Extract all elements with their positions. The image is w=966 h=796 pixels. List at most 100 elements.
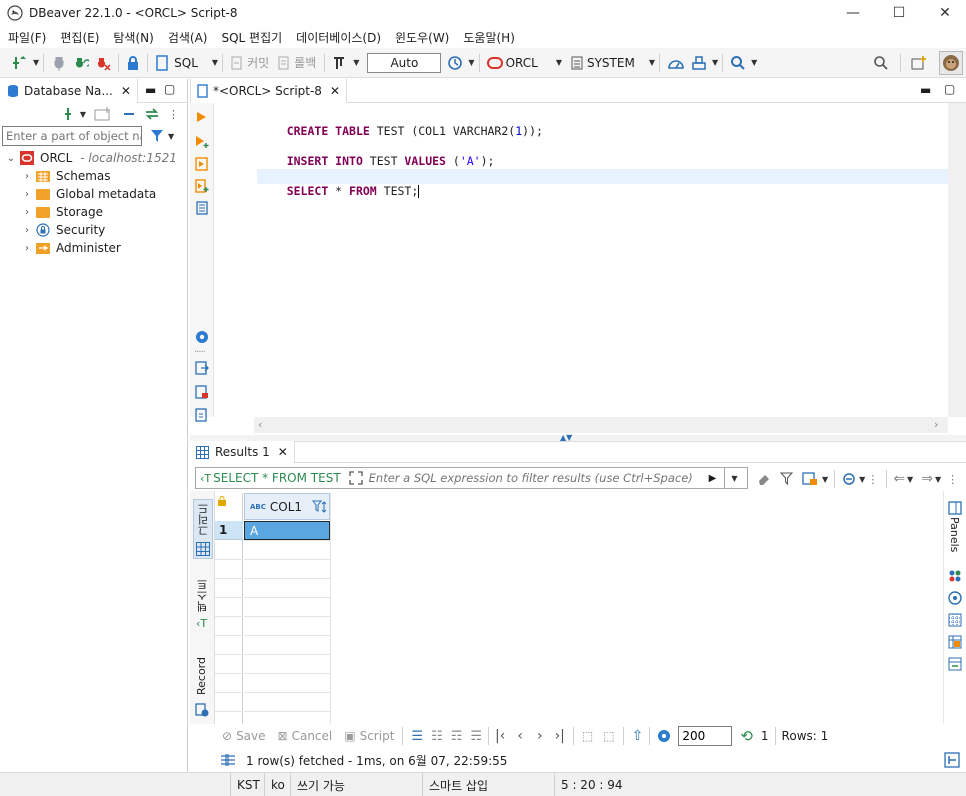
cancel-icon[interactable]: ⊠ [278, 729, 288, 743]
reconnect-icon[interactable] [73, 55, 90, 71]
column-header-col1[interactable]: ABC COL1 [244, 493, 330, 520]
execute-script-icon[interactable] [195, 157, 209, 171]
filter-history-dropdown-icon[interactable]: ▼ [731, 474, 737, 483]
execute-script-new-tab-icon[interactable] [195, 179, 209, 193]
chevron-down-icon[interactable]: ⌄ [6, 153, 16, 164]
menu-window[interactable]: 윈도우(W) [395, 29, 449, 46]
session-manager-icon[interactable] [691, 55, 707, 71]
new-connection-icon[interactable] [62, 107, 78, 121]
previous-page-icon[interactable]: ‹ [517, 728, 523, 744]
commit-button[interactable]: 커밋 [247, 54, 269, 71]
delete-row-icon[interactable]: ☴ [470, 729, 482, 744]
view-menu-icon[interactable]: ⋮ [168, 108, 179, 121]
active-datasource-selector[interactable]: ORCL [506, 56, 538, 70]
refresh-icon[interactable]: ⟲ [740, 727, 753, 745]
dashboard-icon[interactable] [667, 55, 685, 71]
transaction-dropdown-icon[interactable]: ▼ [353, 58, 359, 67]
perspective-icon[interactable] [911, 55, 927, 71]
schema-dropdown-icon[interactable]: ▼ [649, 58, 655, 67]
scroll-right-icon[interactable]: › [934, 418, 938, 431]
value-viewer-icon[interactable] [948, 569, 962, 583]
tab-record-view[interactable]: Record [193, 655, 213, 720]
script-button[interactable]: Script [360, 729, 395, 743]
maximize-editor-icon[interactable]: ▢ [944, 82, 955, 96]
connect-icon[interactable] [51, 55, 67, 71]
editor-vertical-scrollbar[interactable] [948, 103, 966, 417]
tree-item-schemas[interactable]: › Schemas [0, 167, 187, 185]
filter-icon[interactable] [150, 129, 166, 143]
grid-cell-selected[interactable]: A [244, 521, 330, 540]
calc-icon[interactable] [948, 635, 962, 649]
metadata-icon[interactable] [948, 591, 962, 605]
global-search-icon[interactable] [873, 55, 889, 71]
close-tab-icon[interactable]: ✕ [121, 84, 131, 98]
active-schema-selector[interactable]: SYSTEM [587, 56, 635, 70]
menu-search[interactable]: 검색(A) [168, 29, 208, 46]
fetch-all-icon[interactable]: ⬚ [603, 729, 614, 743]
explain-plan-icon[interactable] [195, 201, 209, 215]
menu-file[interactable]: 파일(F) [8, 29, 46, 46]
back-icon[interactable]: ⇐ [893, 471, 905, 487]
history-dropdown-icon[interactable]: ▼ [468, 58, 474, 67]
tree-item-storage[interactable]: › Storage [0, 203, 187, 221]
add-row-icon[interactable]: ☷ [431, 729, 443, 744]
sql-editor-icon[interactable] [155, 54, 169, 71]
save-icon[interactable]: ⊘ [222, 729, 232, 743]
tab-grid-view[interactable]: 그리드 [193, 499, 213, 559]
next-page-icon[interactable]: › [537, 728, 543, 744]
new-connection-icon[interactable] [10, 55, 28, 71]
query-label[interactable]: SELECT * FROM TEST [213, 471, 341, 485]
history-icon[interactable] [447, 55, 463, 71]
settings-icon[interactable] [656, 728, 672, 744]
data-editor-icon[interactable] [841, 472, 857, 486]
menu-help[interactable]: 도움말(H) [463, 29, 515, 46]
minimize-panel-icon[interactable]: ▬ [145, 83, 156, 97]
tab-sql-script[interactable]: *<ORCL> Script-8 ✕ [190, 78, 348, 103]
export-data-icon[interactable]: ⇧ [632, 728, 644, 744]
chevron-right-icon[interactable]: › [22, 189, 32, 200]
save-button[interactable]: Save [236, 729, 265, 743]
tree-item-connection[interactable]: ⌄ ORCL - localhost:1521 [0, 149, 187, 167]
tree-item-global-metadata[interactable]: › Global metadata [0, 185, 187, 203]
tools-dropdown-icon[interactable]: ▼ [712, 58, 718, 67]
maximize-button[interactable]: ☐ [876, 0, 922, 26]
results-filter-input[interactable] [368, 471, 699, 485]
filter-settings-icon[interactable] [780, 472, 796, 486]
chevron-right-icon[interactable]: › [22, 207, 32, 218]
lock-icon[interactable] [126, 55, 140, 71]
sort-filter-icon[interactable] [312, 500, 328, 514]
collapse-all-icon[interactable] [122, 107, 136, 121]
transaction-mode-icon[interactable] [332, 55, 348, 71]
commit-icon[interactable] [230, 55, 244, 71]
grouping-icon[interactable] [948, 613, 962, 627]
minimize-button[interactable]: — [830, 0, 876, 26]
copy-row-icon[interactable]: ☶ [451, 729, 463, 744]
sql-dropdown-icon[interactable]: ▼ [212, 58, 218, 67]
link-with-editor-icon[interactable] [144, 107, 160, 121]
import-icon[interactable] [195, 385, 209, 399]
save-filter-icon[interactable] [802, 472, 818, 486]
save-filter-dropdown-icon[interactable]: ▼ [822, 475, 828, 484]
disconnect-icon[interactable] [95, 55, 111, 71]
search-tool-icon[interactable] [730, 55, 746, 71]
editor-horizontal-scrollbar[interactable]: ‹ › [254, 417, 948, 433]
apply-filter-icon[interactable]: ▶ [709, 473, 717, 484]
chevron-right-icon[interactable]: › [22, 171, 32, 182]
close-tab-icon[interactable]: ✕ [330, 84, 340, 98]
output-icon[interactable] [195, 408, 209, 422]
menu-edit[interactable]: 편집(E) [60, 29, 99, 46]
close-tab-icon[interactable]: ✕ [278, 445, 288, 459]
dbeaver-perspective-icon[interactable] [939, 51, 963, 75]
script-icon[interactable]: ▣ [344, 729, 355, 743]
menu-database[interactable]: 데이터베이스(D) [296, 29, 381, 46]
expand-filter-icon[interactable] [349, 471, 363, 485]
edit-cell-icon[interactable]: ☰ [411, 729, 423, 744]
back-dropdown-icon[interactable]: ▼ [907, 475, 913, 484]
clear-filter-icon[interactable] [756, 472, 772, 486]
schema-icon[interactable] [570, 55, 584, 71]
tree-item-security[interactable]: › Security [0, 221, 187, 239]
fetch-size-input[interactable] [678, 726, 733, 746]
view-menu-icon[interactable]: ⋮ [947, 473, 958, 486]
first-page-icon[interactable]: |‹ [495, 728, 505, 744]
data-editor-dropdown-icon[interactable]: ▼ [859, 475, 865, 484]
